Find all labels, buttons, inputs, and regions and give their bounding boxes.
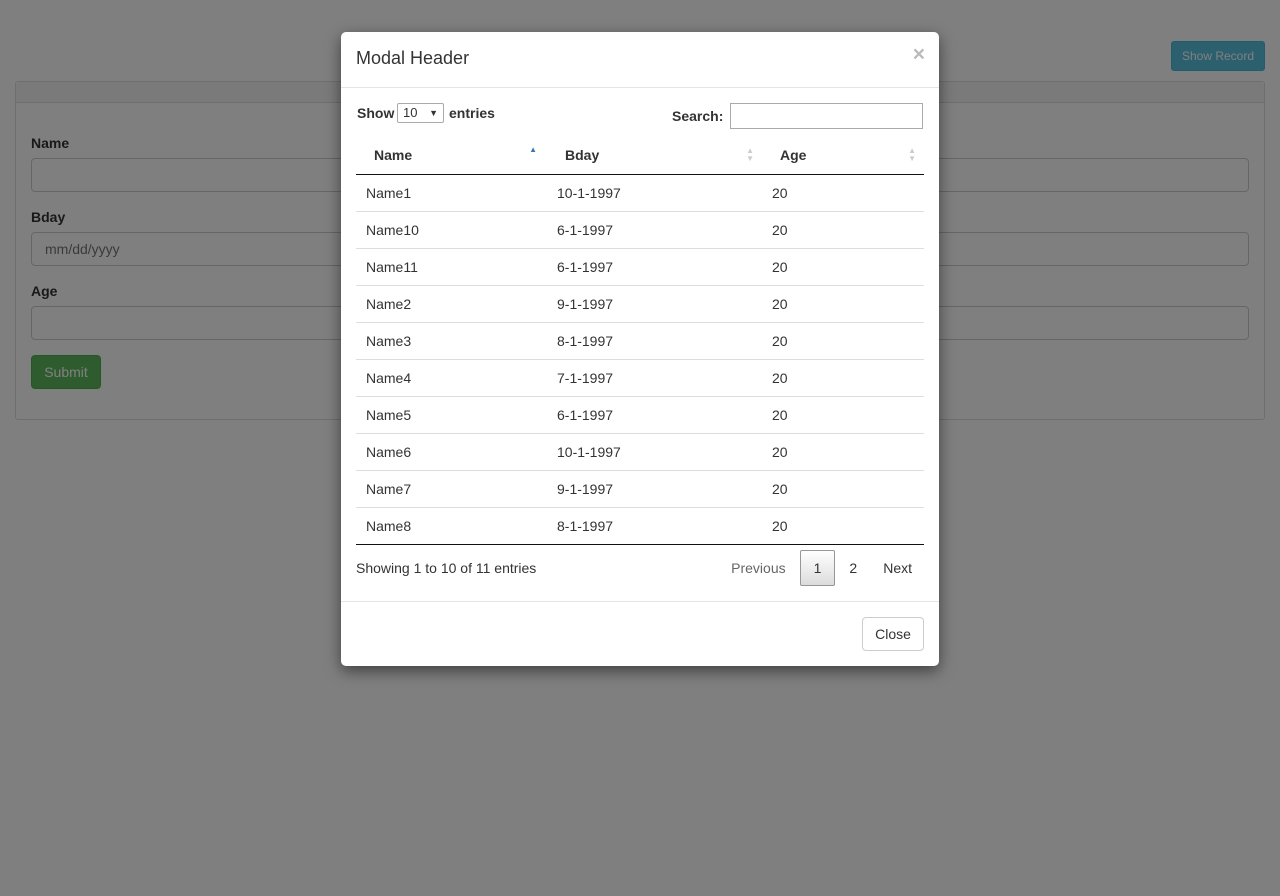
column-header-age[interactable]: Age ▲ ▼ — [762, 136, 924, 175]
close-button[interactable]: Close — [862, 617, 924, 651]
cell-name: Name6 — [356, 432, 547, 470]
sort-asc-icon: ▲ — [529, 145, 537, 154]
column-header-name-label: Name — [374, 146, 413, 163]
table-row: Name11 6-1-1997 20 — [356, 247, 924, 285]
records-table: Name ▲ Bday ▲ ▼ Age ▲ ▼ Name1 10-1-1997 … — [356, 136, 924, 545]
page-2-button[interactable]: 2 — [837, 550, 869, 586]
column-header-age-label: Age — [780, 146, 807, 163]
column-header-bday-label: Bday — [565, 146, 600, 163]
table-row: Name2 9-1-1997 20 — [356, 284, 924, 322]
cell-bday: 6-1-1997 — [547, 247, 762, 285]
pagination: Previous 1 2 Next — [717, 550, 924, 586]
cell-age: 20 — [762, 247, 924, 285]
cell-bday: 8-1-1997 — [547, 321, 762, 359]
chevron-down-icon: ▼ — [429, 108, 438, 118]
show-label: Show — [357, 105, 395, 121]
table-row: Name10 6-1-1997 20 — [356, 210, 924, 248]
sort-both-icon: ▲ ▼ — [746, 146, 754, 163]
search-input[interactable] — [730, 103, 923, 129]
cell-age: 20 — [762, 284, 924, 322]
cell-name: Name8 — [356, 506, 547, 544]
entries-length-value: 10 — [403, 105, 418, 120]
cell-age: 20 — [762, 432, 924, 470]
modal-header: Modal Header × — [341, 32, 939, 88]
column-header-bday[interactable]: Bday ▲ ▼ — [547, 136, 762, 175]
cell-name: Name5 — [356, 395, 547, 433]
cell-name: Name1 — [366, 184, 412, 201]
close-icon[interactable]: × — [913, 44, 925, 65]
cell-name: Name4 — [356, 358, 547, 396]
cell-name: Name3 — [356, 321, 547, 359]
cell-bday: 7-1-1997 — [547, 358, 762, 396]
page-1-button[interactable]: 1 — [799, 550, 836, 586]
cell-name: Name2 — [356, 284, 547, 322]
table-row: Name3 8-1-1997 20 — [356, 321, 924, 359]
cell-bday: 8-1-1997 — [547, 506, 762, 544]
cell-bday: 9-1-1997 — [547, 284, 762, 322]
cell-age: 20 — [762, 395, 924, 433]
modal-footer: Close — [341, 601, 939, 666]
cell-age: 20 — [762, 358, 924, 396]
records-modal: Modal Header × Show 10 ▼ entries Search:… — [341, 32, 939, 666]
cell-bday: 10-1-1997 — [547, 432, 762, 470]
cell-bday: 6-1-1997 — [547, 395, 762, 433]
modal-title: Modal Header — [356, 48, 470, 68]
table-row: Name7 9-1-1997 20 — [356, 469, 924, 507]
cell-bday: 9-1-1997 — [547, 469, 762, 507]
cell-name: Name10 — [356, 210, 547, 248]
search-label: Search: — [672, 108, 724, 124]
table-row: Name6 10-1-1997 20 — [356, 432, 924, 470]
sort-both-icon: ▲ ▼ — [908, 146, 916, 163]
table-row: Name8 8-1-1997 20 — [356, 506, 924, 544]
entries-label: entries — [449, 105, 495, 121]
column-header-name[interactable]: Name ▲ — [356, 136, 547, 175]
page: Show Record Name Bday Age Submit Modal H… — [0, 0, 1280, 896]
cell-bday: 6-1-1997 — [547, 210, 762, 248]
cell-name: Name7 — [356, 469, 547, 507]
cell-bday: 10-1-1997 — [557, 184, 621, 201]
cell-age: 20 — [762, 210, 924, 248]
cell-age: 20 — [772, 184, 788, 201]
table-header-row: Name ▲ Bday ▲ ▼ Age ▲ ▼ — [356, 136, 924, 175]
entries-length-select[interactable]: 10 ▼ — [397, 103, 444, 123]
cell-age: 20 — [762, 321, 924, 359]
table-info: Showing 1 to 10 of 11 entries — [356, 560, 537, 576]
next-page-button[interactable]: Next — [871, 550, 924, 586]
cell-age: 20 — [762, 506, 924, 544]
table-row: Name4 7-1-1997 20 — [356, 358, 924, 396]
table-row: Name1 10-1-1997 20 — [356, 174, 924, 211]
cell-name: Name11 — [356, 247, 547, 285]
previous-page-button[interactable]: Previous — [719, 550, 797, 586]
table-row: Name5 6-1-1997 20 — [356, 395, 924, 433]
cell-age: 20 — [762, 469, 924, 507]
